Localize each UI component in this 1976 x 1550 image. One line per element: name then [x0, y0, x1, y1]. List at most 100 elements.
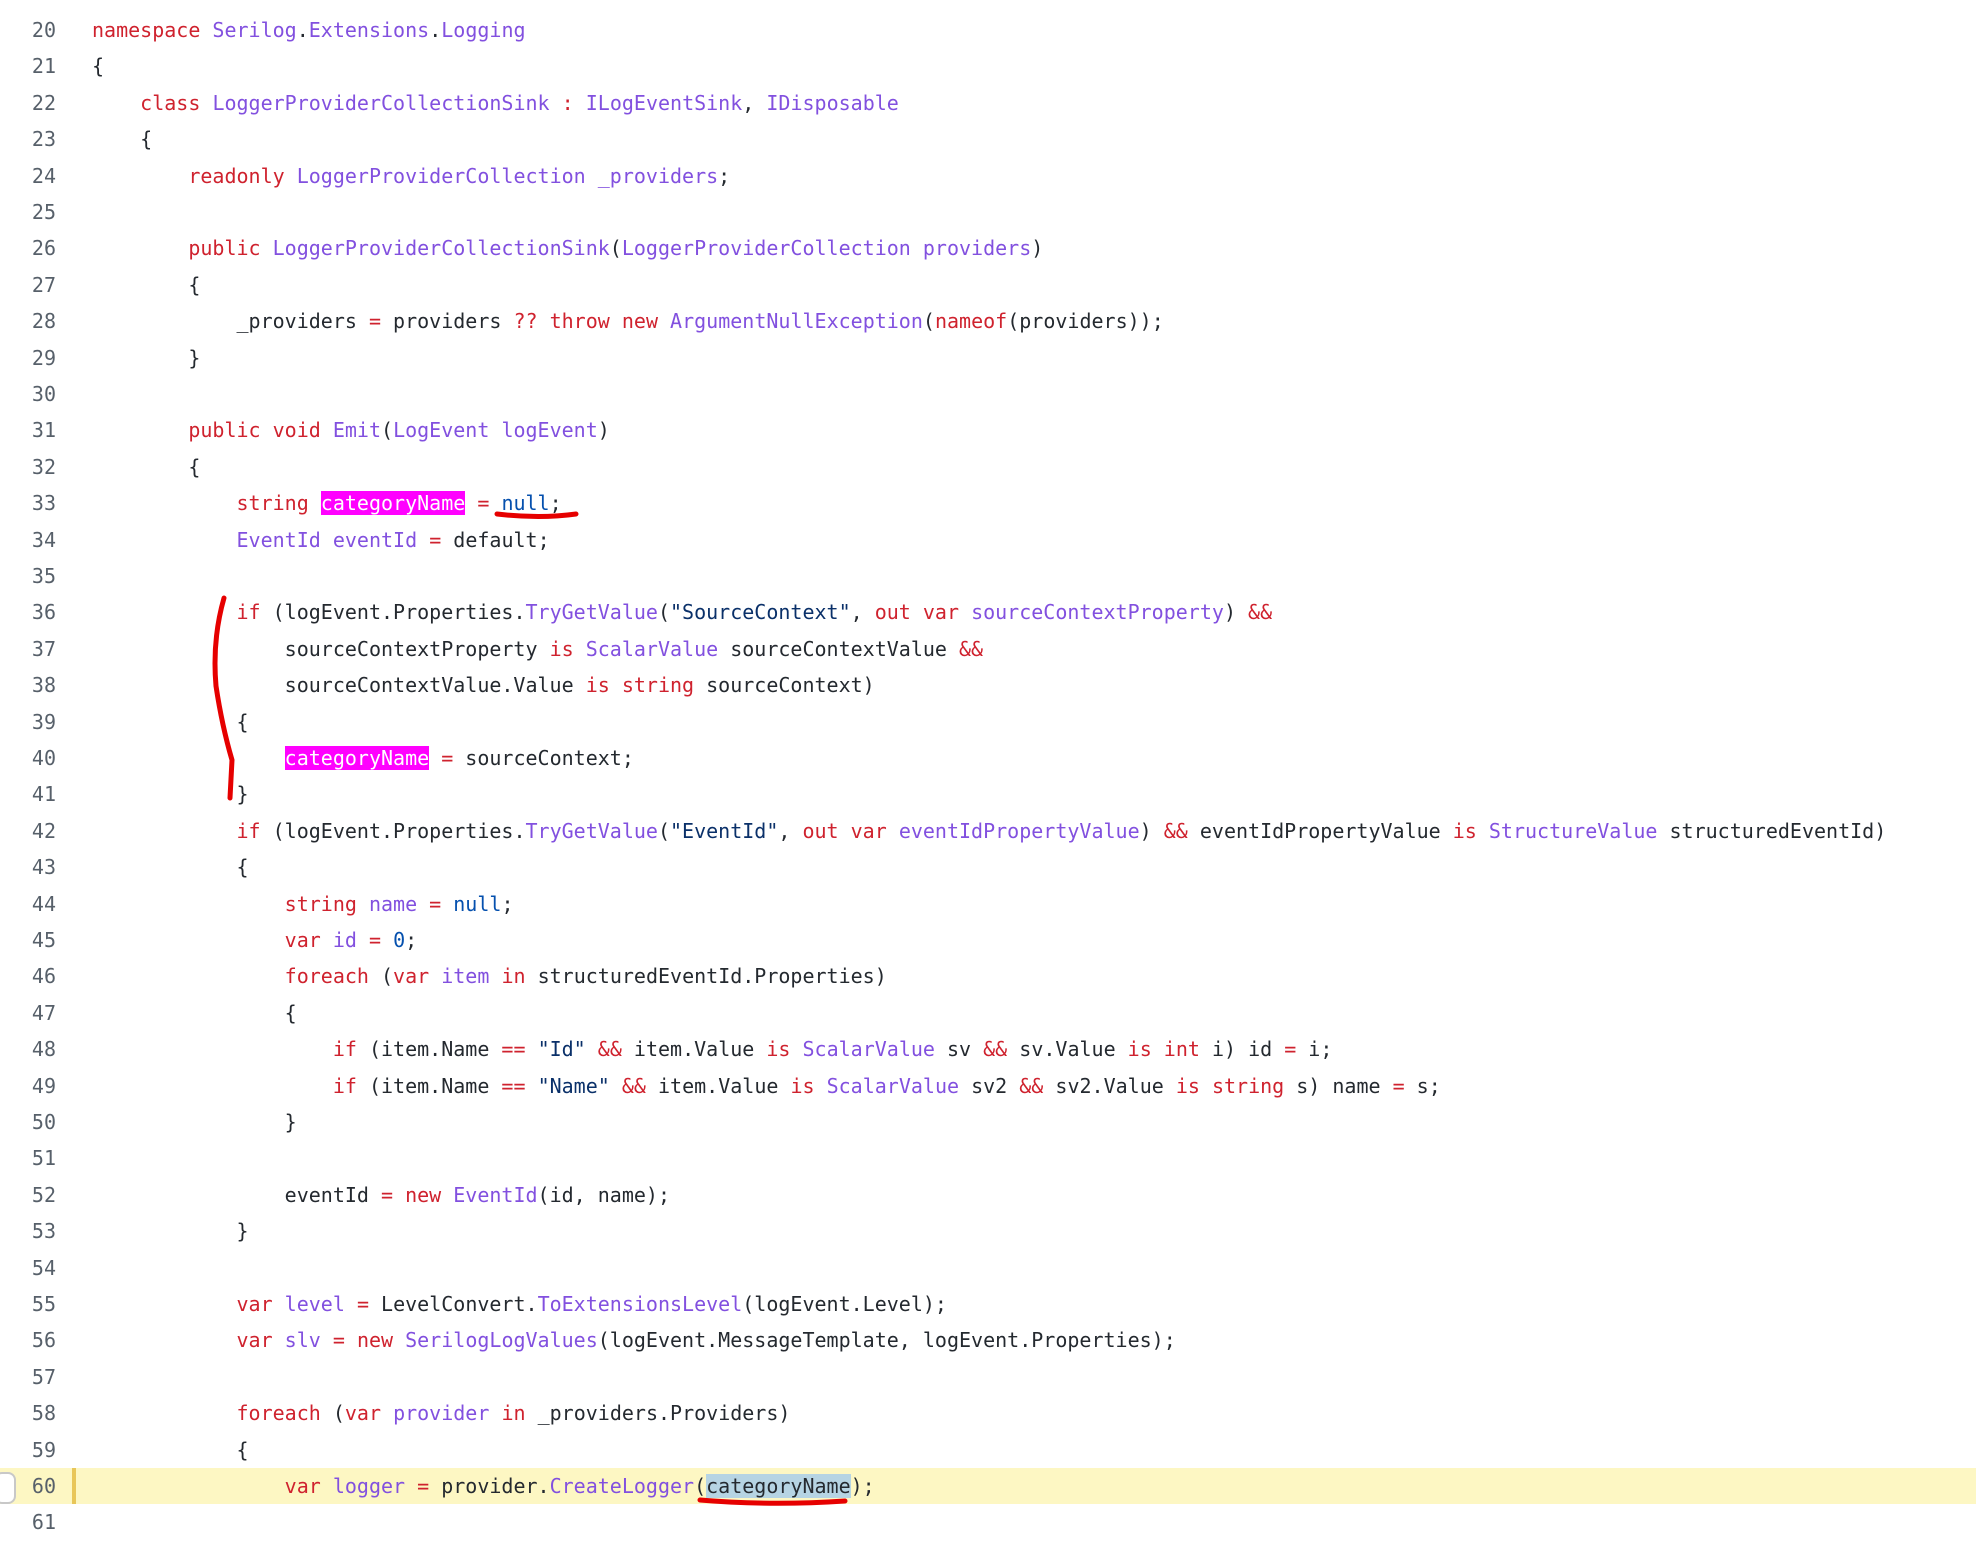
- code-text[interactable]: public void Emit(LogEvent logEvent): [92, 412, 609, 448]
- code-text[interactable]: if (item.Name == "Name" && item.Value is…: [92, 1068, 1441, 1104]
- code-line[interactable]: 30: [0, 376, 1976, 412]
- code-line[interactable]: 27 {: [0, 267, 1976, 303]
- code-text[interactable]: var level = LevelConvert.ToExtensionsLev…: [92, 1286, 947, 1322]
- code-line[interactable]: 57: [0, 1359, 1976, 1395]
- code-text[interactable]: if (item.Name == "Id" && item.Value is S…: [92, 1031, 1333, 1067]
- code-line[interactable]: 58 foreach (var provider in _providers.P…: [0, 1395, 1976, 1431]
- code-line[interactable]: 24 readonly LoggerProviderCollection _pr…: [0, 158, 1976, 194]
- code-text[interactable]: }: [92, 340, 200, 376]
- code-line[interactable]: 37 sourceContextProperty is ScalarValue …: [0, 631, 1976, 667]
- code-text[interactable]: eventId = new EventId(id, name);: [92, 1177, 670, 1213]
- code-line[interactable]: 29 }: [0, 340, 1976, 376]
- code-editor[interactable]: 20 namespace Serilog.Extensions.Logging 21…: [0, 0, 1976, 1550]
- plain-token: item.Value: [621, 1037, 767, 1062]
- code-text[interactable]: if (logEvent.Properties.TryGetValue("Sou…: [92, 594, 1273, 630]
- code-text[interactable]: class LoggerProviderCollectionSink : ILo…: [92, 85, 899, 121]
- code-text[interactable]: {: [92, 121, 152, 157]
- identifier-token: sourceContextProperty: [971, 600, 1224, 625]
- plain-token: sv2: [959, 1073, 1020, 1098]
- keyword-token: var: [236, 1292, 273, 1316]
- code-text[interactable]: _providers = providers ?? throw new Argu…: [92, 303, 1163, 339]
- code-line[interactable]: 42 if (logEvent.Properties.TryGetValue("…: [0, 813, 1976, 849]
- code-line[interactable]: 23 {: [0, 121, 1976, 157]
- code-text[interactable]: foreach (var item in structuredEventId.P…: [92, 958, 887, 994]
- code-text[interactable]: sourceContextValue.Value is string sourc…: [92, 667, 875, 703]
- code-line[interactable]: 56 var slv = new SerilogLogValues(logEve…: [0, 1322, 1976, 1358]
- operator-token: =: [429, 891, 442, 916]
- code-line[interactable]: 54: [0, 1250, 1976, 1286]
- identifier-token: LoggerProviderCollection: [621, 236, 911, 261]
- code-text[interactable]: readonly LoggerProviderCollection _provi…: [92, 158, 730, 194]
- code-line[interactable]: 32 {: [0, 449, 1976, 485]
- plain-token: item.Value: [645, 1073, 791, 1098]
- code-text[interactable]: sourceContextProperty is ScalarValue sou…: [92, 631, 983, 667]
- code-line[interactable]: 43 {: [0, 849, 1976, 885]
- operator-token: &&: [597, 1037, 622, 1062]
- code-text[interactable]: }: [92, 776, 248, 812]
- code-line[interactable]: 48 if (item.Name == "Id" && item.Value i…: [0, 1031, 1976, 1067]
- code-text[interactable]: {: [92, 849, 248, 885]
- code-text[interactable]: var logger = provider.CreateLogger(categ…: [92, 1468, 875, 1504]
- code-text[interactable]: categoryName = sourceContext;: [92, 740, 634, 776]
- code-line[interactable]: 47 {: [0, 995, 1976, 1031]
- code-line[interactable]: 33 string categoryName = null;: [0, 485, 1976, 521]
- code-line[interactable]: 25: [0, 194, 1976, 230]
- code-line[interactable]: 51: [0, 1140, 1976, 1176]
- code-line[interactable]: 28 _providers = providers ?? throw new A…: [0, 303, 1976, 339]
- code-line[interactable]: 60 var logger = provider.CreateLogger(ca…: [0, 1468, 1976, 1504]
- code-line[interactable]: 20 namespace Serilog.Extensions.Logging: [0, 12, 1976, 48]
- code-text[interactable]: string name = null;: [92, 886, 514, 922]
- operator-token: :: [561, 90, 574, 115]
- code-text[interactable]: }: [92, 1104, 297, 1140]
- code-text[interactable]: {: [92, 1432, 248, 1468]
- code-text[interactable]: foreach (var provider in _providers.Prov…: [92, 1395, 791, 1431]
- code-line[interactable]: 31 public void Emit(LogEvent logEvent): [0, 412, 1976, 448]
- code-line[interactable]: 53 }: [0, 1213, 1976, 1249]
- code-line[interactable]: 39 {: [0, 704, 1976, 740]
- code-text[interactable]: EventId eventId = default;: [92, 522, 550, 558]
- code-text[interactable]: {: [92, 995, 297, 1031]
- code-text[interactable]: namespace Serilog.Extensions.Logging: [92, 12, 526, 48]
- code-line[interactable]: 35: [0, 558, 1976, 594]
- plain-token: sourceContextValue: [718, 636, 959, 661]
- code-line[interactable]: 21 {: [0, 48, 1976, 84]
- code-line[interactable]: 49 if (item.Name == "Name" && item.Value…: [0, 1068, 1976, 1104]
- code-text[interactable]: if (logEvent.Properties.TryGetValue("Eve…: [92, 813, 1887, 849]
- code-text[interactable]: string categoryName = null;: [92, 485, 562, 521]
- operator-token: &&: [958, 636, 984, 661]
- code-line[interactable]: 26 public LoggerProviderCollectionSink(L…: [0, 230, 1976, 266]
- literal-token: null: [501, 491, 550, 516]
- code-text[interactable]: {: [92, 267, 200, 303]
- code-line[interactable]: 45 var id = 0;: [0, 922, 1976, 958]
- code-line[interactable]: 38 sourceContextValue.Value is string so…: [0, 667, 1976, 703]
- code-line[interactable]: 40 categoryName = sourceContext;: [0, 740, 1976, 776]
- code-line[interactable]: 59 {: [0, 1432, 1976, 1468]
- code-line[interactable]: 46 foreach (var item in structuredEventI…: [0, 958, 1976, 994]
- active-line-marker: [72, 1468, 76, 1504]
- code-line[interactable]: 41 }: [0, 776, 1976, 812]
- code-text[interactable]: }: [92, 1213, 248, 1249]
- code-line[interactable]: 52 eventId = new EventId(id, name);: [0, 1177, 1976, 1213]
- code-text[interactable]: public LoggerProviderCollectionSink(Logg…: [92, 230, 1043, 266]
- code-line[interactable]: 22 class LoggerProviderCollectionSink : …: [0, 85, 1976, 121]
- code-text[interactable]: {: [92, 48, 104, 84]
- code-text[interactable]: {: [92, 704, 248, 740]
- plain-token: s) name: [1284, 1073, 1393, 1098]
- code-line[interactable]: 61: [0, 1504, 1976, 1540]
- plain-token: eventId: [92, 1182, 381, 1207]
- code-line[interactable]: 50 }: [0, 1104, 1976, 1140]
- code-line[interactable]: 44 string name = null;: [0, 886, 1976, 922]
- code-text[interactable]: var id = 0;: [92, 922, 418, 958]
- code-text[interactable]: {: [92, 449, 200, 485]
- code-line[interactable]: 34 EventId eventId = default;: [0, 522, 1976, 558]
- code-line[interactable]: 55 var level = LevelConvert.ToExtensions…: [0, 1286, 1976, 1322]
- code-text[interactable]: var slv = new SerilogLogValues(logEvent.…: [92, 1322, 1176, 1358]
- code-line[interactable]: 36 if (logEvent.Properties.TryGetValue("…: [0, 594, 1976, 630]
- keyword-token: var: [236, 1328, 273, 1353]
